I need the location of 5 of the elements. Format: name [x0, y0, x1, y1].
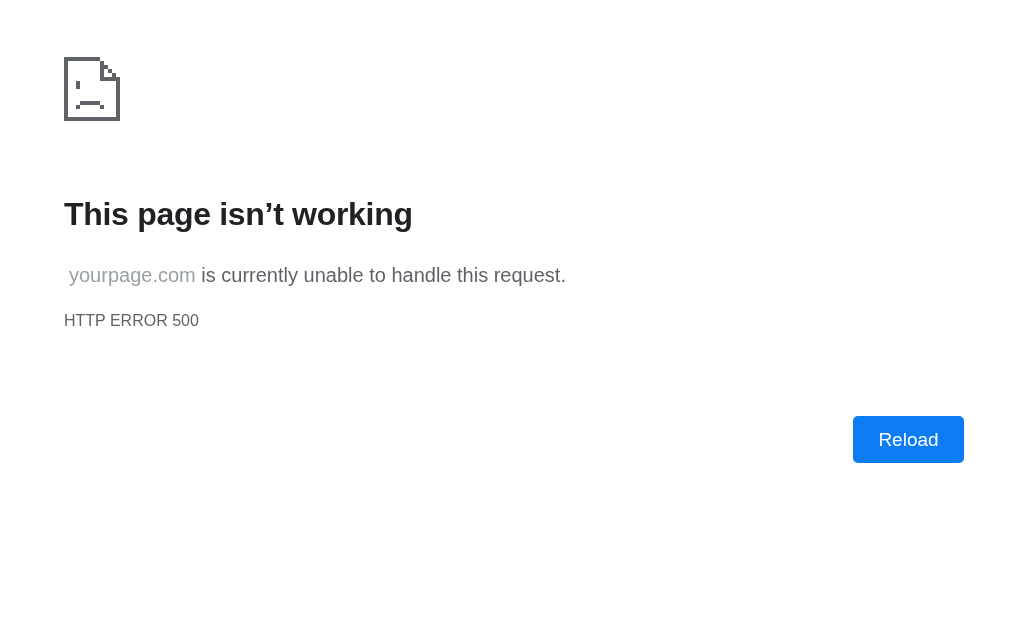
reload-button[interactable]: Reload — [853, 416, 964, 463]
error-heading: This page isn’t working — [64, 195, 414, 234]
error-code: HTTP ERROR 500 — [64, 312, 200, 330]
sad-page-icon — [64, 56, 120, 122]
error-message: yourpage.com is currently unable to handle this request. — [69, 263, 566, 288]
